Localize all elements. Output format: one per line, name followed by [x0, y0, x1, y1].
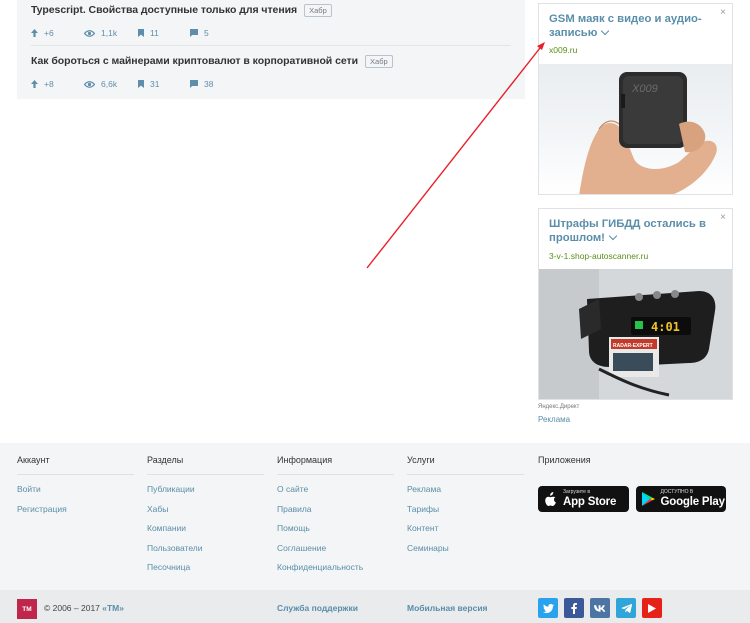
advertising-link[interactable]: Реклама [538, 415, 570, 424]
close-icon[interactable]: × [720, 8, 726, 18]
post-list: Typescript. Свойства доступные только дл… [17, 0, 525, 99]
social-links [538, 598, 668, 618]
ad-domain[interactable]: x009.ru [549, 45, 577, 55]
footer-link-seminars[interactable]: Семинары [407, 543, 524, 563]
post-item: Typescript. Свойства доступные только дл… [31, 0, 511, 46]
ad-banner[interactable]: × Штрафы ГИБДД остались в прошлом! 3-v-1… [538, 208, 733, 400]
mobile-version-link[interactable]: Мобильная версия [407, 603, 488, 613]
apple-icon [544, 491, 558, 507]
google-play-icon [642, 491, 656, 507]
twitter-icon[interactable] [538, 598, 558, 618]
svg-text:X009: X009 [631, 83, 658, 95]
post-item: Как бороться с майнерами криптовалют в к… [31, 52, 511, 92]
eye-icon [84, 29, 95, 37]
bookmark-button[interactable]: 11 [138, 28, 190, 38]
vk-icon[interactable] [590, 598, 610, 618]
footer: Аккаунт Войти Регистрация Разделы Публик… [0, 443, 750, 623]
views-stat: 1,1k [84, 28, 138, 38]
ad-image[interactable]: 4:01 RADAR-EXPERT [539, 269, 732, 399]
tm-link[interactable]: «TM» [102, 603, 124, 613]
footer-heading: Приложения [538, 455, 591, 465]
eye-icon [84, 80, 95, 88]
yandex-direct-label: Яндекс.Директ [538, 404, 580, 410]
footer-link-hubs[interactable]: Хабы [147, 504, 264, 524]
radar-detector-image: 4:01 RADAR-EXPERT [539, 269, 732, 399]
footer-link-advertising[interactable]: Реклама [407, 484, 524, 504]
footer-heading: Информация [277, 455, 394, 475]
youtube-icon[interactable] [642, 598, 662, 618]
footer-link-content[interactable]: Контент [407, 523, 524, 543]
post-stats: +6 1,1k 11 5 [31, 26, 511, 40]
chevron-down-icon[interactable] [608, 231, 618, 241]
post-stats: +8 6,6k 31 38 [31, 77, 511, 91]
svg-text:4:01: 4:01 [651, 320, 680, 334]
footer-link-login[interactable]: Войти [17, 484, 134, 504]
footer-link-publications[interactable]: Публикации [147, 484, 264, 504]
footer-column-sections: Разделы Публикации Хабы Компании Пользов… [147, 455, 264, 582]
footer-column-info: Информация О сайте Правила Помощь Соглаш… [277, 455, 394, 582]
support-link[interactable]: Служба поддержки [277, 603, 358, 613]
chevron-down-icon[interactable] [601, 26, 610, 36]
rating-stat: +6 [31, 28, 84, 38]
post-title-link[interactable]: Typescript. Свойства доступные только дл… [31, 4, 297, 16]
footer-link-sandbox[interactable]: Песочница [147, 562, 264, 582]
comment-icon [190, 29, 198, 37]
app-store-button[interactable]: Загрузите в App Store [538, 486, 629, 512]
footer-column-apps: Приложения Загрузите в App Store ДОСТУПН… [538, 455, 733, 512]
bookmark-icon [138, 80, 144, 88]
ad-title-link[interactable]: Штрафы ГИБДД остались в прошлом! [549, 217, 714, 245]
footer-link-companies[interactable]: Компании [147, 523, 264, 543]
comments-link[interactable]: 38 [190, 79, 230, 89]
svg-text:RADAR-EXPERT: RADAR-EXPERT [613, 343, 653, 349]
arrow-up-icon [31, 29, 38, 37]
hub-tag[interactable]: Хабр [304, 3, 332, 17]
tm-logo[interactable]: TM [17, 599, 37, 619]
footer-link-help[interactable]: Помощь [277, 523, 394, 543]
rating-stat: +8 [31, 79, 84, 89]
ad-title-link[interactable]: GSM маяк с видео и аудио-записью [549, 12, 714, 40]
copyright: © 2006 – 2017 «TM» [44, 603, 124, 613]
footer-heading: Разделы [147, 455, 264, 475]
comment-icon [190, 80, 198, 88]
close-icon[interactable]: × [720, 213, 726, 223]
footer-heading: Аккаунт [17, 455, 134, 475]
footer-column-services: Услуги Реклама Тарифы Контент Семинары [407, 455, 524, 562]
footer-link-users[interactable]: Пользователи [147, 543, 264, 563]
gps-tracker-image: X009 [579, 72, 717, 194]
ad-banner[interactable]: × GSM маяк с видео и аудио-записью x009.… [538, 3, 733, 195]
bookmark-icon [138, 29, 144, 37]
hub-tag[interactable]: Хабр [365, 54, 393, 68]
post-title-link[interactable]: Как бороться с майнерами криптовалют в к… [31, 55, 358, 67]
views-stat: 6,6k [84, 79, 138, 89]
google-play-button[interactable]: ДОСТУПНО В Google Play [635, 486, 726, 512]
footer-link-about[interactable]: О сайте [277, 484, 394, 504]
footer-link-tariffs[interactable]: Тарифы [407, 504, 524, 524]
facebook-icon[interactable] [564, 598, 584, 618]
footer-bottom-bar: TM © 2006 – 2017 «TM» Служба поддержки М… [0, 590, 750, 623]
footer-link-register[interactable]: Регистрация [17, 504, 134, 524]
footer-link-agreement[interactable]: Соглашение [277, 543, 394, 563]
footer-heading: Услуги [407, 455, 524, 475]
bookmark-button[interactable]: 31 [138, 79, 190, 89]
telegram-icon[interactable] [616, 598, 636, 618]
footer-column-account: Аккаунт Войти Регистрация [17, 455, 134, 523]
comments-link[interactable]: 5 [190, 28, 230, 38]
arrow-up-icon [31, 80, 38, 88]
ad-image[interactable]: X009 [539, 64, 732, 194]
footer-link-rules[interactable]: Правила [277, 504, 394, 524]
ad-domain[interactable]: 3-v-1.shop-autoscanner.ru [549, 251, 648, 261]
footer-link-privacy[interactable]: Конфиденциальность [277, 562, 394, 582]
